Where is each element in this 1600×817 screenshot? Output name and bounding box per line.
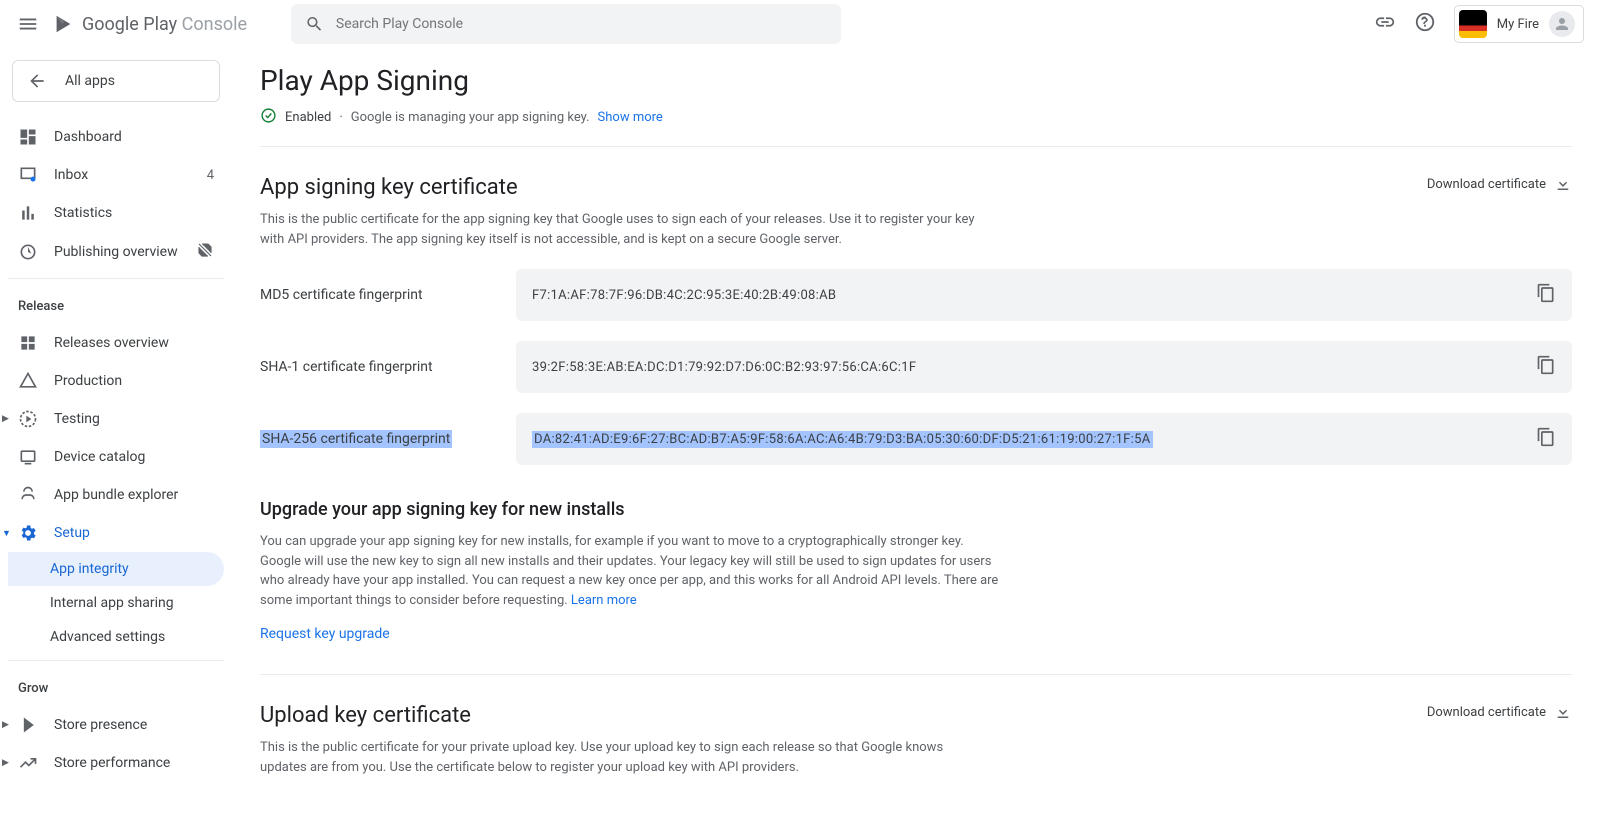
sidebar-item-releases-overview[interactable]: Releases overview	[8, 324, 224, 362]
section-desc-upload-key: This is the public certificate for your …	[260, 738, 980, 777]
sidebar-header-release: Release	[8, 285, 224, 324]
gear-icon	[18, 523, 38, 543]
sidebar-item-advanced-settings[interactable]: Advanced settings	[8, 620, 224, 654]
request-key-upgrade-link[interactable]: Request key upgrade	[260, 626, 390, 642]
help-icon[interactable]	[1414, 11, 1436, 37]
md5-label: MD5 certificate fingerprint	[260, 287, 516, 303]
download-upload-certificate-button[interactable]: Download certificate	[1427, 703, 1572, 721]
bundle-icon	[18, 485, 38, 505]
testing-icon	[18, 409, 38, 429]
search-icon	[305, 14, 324, 34]
user-avatar[interactable]	[1549, 11, 1575, 37]
inbox-badge: 4	[207, 168, 214, 183]
download-icon	[1554, 175, 1572, 193]
sidebar-item-internal-app-sharing[interactable]: Internal app sharing	[8, 586, 224, 620]
sidebar-item-inbox[interactable]: Inbox 4	[8, 156, 224, 194]
dashboard-icon	[18, 127, 38, 147]
sidebar-item-store-presence[interactable]: ▶ Store presence	[8, 706, 224, 744]
sidebar-item-app-bundle-explorer[interactable]: App bundle explorer	[8, 476, 224, 514]
caret-right-icon: ▶	[2, 414, 9, 424]
section-desc-signing-key: This is the public certificate for the a…	[260, 210, 980, 249]
copy-icon[interactable]	[1536, 427, 1556, 451]
download-certificate-button[interactable]: Download certificate	[1427, 175, 1572, 193]
search-bar[interactable]	[291, 4, 841, 44]
app-selector[interactable]: My Fire	[1454, 5, 1584, 43]
back-arrow-icon	[27, 71, 47, 91]
caret-down-icon: ▼	[2, 528, 11, 539]
sidebar: All apps Dashboard Inbox 4 Statistics Pu…	[0, 48, 232, 817]
sidebar-item-production[interactable]: Production	[8, 362, 224, 400]
sha256-label: SHA-256 certificate fingerprint	[260, 430, 452, 448]
sidebar-item-store-performance[interactable]: ▶ Store performance	[8, 744, 224, 782]
all-apps-label: All apps	[65, 73, 115, 89]
section-title-upload-key: Upload key certificate	[260, 703, 1427, 728]
device-icon	[18, 447, 38, 467]
copy-icon[interactable]	[1536, 355, 1556, 379]
sidebar-item-device-catalog[interactable]: Device catalog	[8, 438, 224, 476]
caret-right-icon: ▶	[2, 758, 9, 768]
inbox-icon	[18, 165, 38, 185]
caret-right-icon: ▶	[2, 720, 9, 730]
app-name: My Fire	[1497, 17, 1539, 32]
check-circle-icon	[260, 107, 277, 128]
page-title: Play App Signing	[260, 64, 1572, 97]
section-title-signing-key: App signing key certificate	[260, 175, 1427, 200]
publishing-icon	[18, 242, 38, 262]
sidebar-item-dashboard[interactable]: Dashboard	[8, 118, 224, 156]
production-icon	[18, 371, 38, 391]
app-icon	[1459, 10, 1487, 38]
cert-row-md5: MD5 certificate fingerprint F7:1A:AF:78:…	[260, 269, 1572, 321]
play-logo-icon	[52, 13, 74, 35]
play-console-logo[interactable]: Google Play Console	[52, 13, 247, 35]
statistics-icon	[18, 203, 38, 223]
show-more-link[interactable]: Show more	[598, 110, 663, 125]
publish-off-icon	[196, 241, 214, 263]
sha1-label: SHA-1 certificate fingerprint	[260, 359, 516, 375]
sidebar-item-testing[interactable]: ▶ Testing	[8, 400, 224, 438]
download-icon	[1554, 703, 1572, 721]
link-icon[interactable]	[1374, 11, 1396, 37]
releases-icon	[18, 333, 38, 353]
sha1-value: 39:2F:58:3E:AB:EA:DC:D1:79:92:D7:D6:0C:B…	[532, 360, 1526, 375]
hamburger-menu-icon[interactable]	[16, 12, 40, 36]
copy-icon[interactable]	[1536, 283, 1556, 307]
sidebar-item-statistics[interactable]: Statistics	[8, 194, 224, 232]
enabled-label: Enabled	[285, 110, 331, 125]
store-icon	[18, 715, 38, 735]
sidebar-header-grow: Grow	[8, 667, 224, 706]
cert-row-sha256: SHA-256 certificate fingerprint DA:82:41…	[260, 413, 1572, 465]
cert-row-sha1: SHA-1 certificate fingerprint 39:2F:58:3…	[260, 341, 1572, 393]
search-input[interactable]	[336, 16, 827, 32]
upgrade-title: Upgrade your app signing key for new ins…	[260, 499, 1572, 520]
learn-more-link[interactable]: Learn more	[571, 593, 637, 608]
sha256-value: DA:82:41:AD:E9:6F:27:BC:AD:B7:A5:9F:58:6…	[532, 431, 1153, 448]
md5-value: F7:1A:AF:78:7F:96:DB:4C:2C:95:3E:40:2B:4…	[532, 288, 1526, 303]
logo-text: Google Play Console	[82, 14, 247, 35]
sidebar-item-setup[interactable]: ▼ Setup	[8, 514, 224, 552]
sidebar-item-publishing-overview[interactable]: Publishing overview	[8, 232, 224, 272]
all-apps-button[interactable]: All apps	[12, 60, 220, 102]
sidebar-item-app-integrity[interactable]: App integrity	[8, 552, 224, 586]
managing-text: Google is managing your app signing key.	[351, 110, 590, 125]
performance-icon	[18, 753, 38, 773]
main-content: Play App Signing Enabled · Google is man…	[232, 48, 1600, 817]
